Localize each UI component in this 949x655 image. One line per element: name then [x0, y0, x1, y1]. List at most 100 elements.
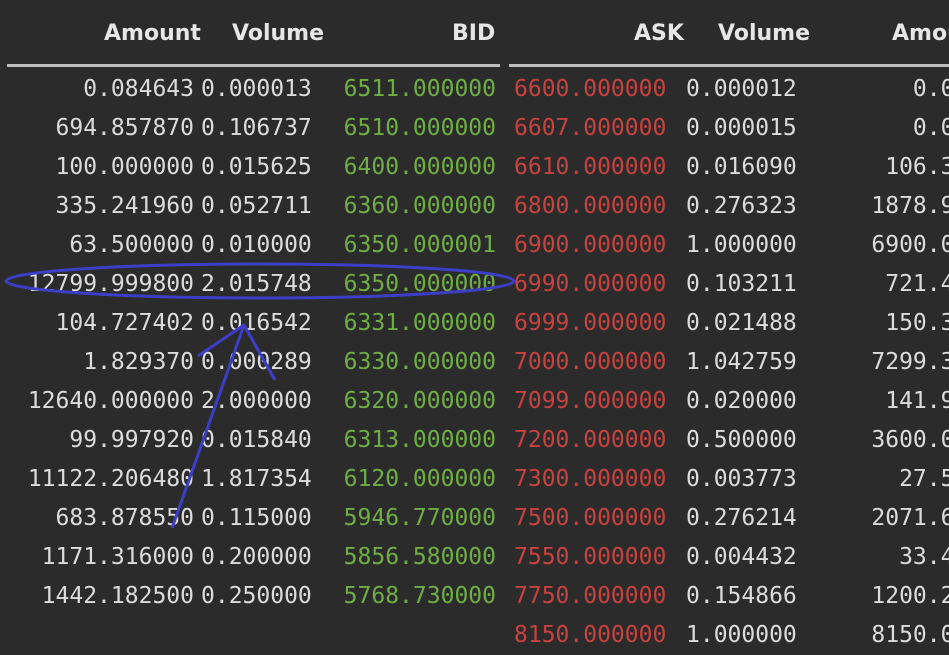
ask-volume-cell: 0.004432: [686, 544, 797, 570]
bid-header-rule: [7, 64, 500, 67]
ask-volume-cell: 0.154866: [686, 583, 797, 609]
bid-volume-cell: 0.200000: [201, 544, 312, 570]
bid-amount-cell: [0, 616, 194, 655]
bid-amount-cell: 63.500000: [69, 232, 194, 258]
bid-volume-cell: 0.000013: [201, 76, 312, 102]
ask-volume-cell: 1.042759: [686, 349, 797, 375]
ask-price-cell: 7500.000000: [514, 505, 667, 531]
bid-price-cell: 6331.000000: [343, 310, 496, 336]
ask-amount-cell: 7299.3130: [871, 349, 949, 375]
bid-volume-cell: 1.817354: [201, 466, 312, 492]
ask-price-cell: 6610.000000: [514, 154, 667, 180]
ask-volume-cell: 0.020000: [686, 388, 797, 414]
ask-price-cell: 6607.000000: [514, 115, 667, 141]
order-book: Amount Volume BID ASK Volume Amou 0.0846…: [0, 0, 949, 655]
ask-volume-cell: 0.500000: [686, 427, 797, 453]
bid-amount-column: 0.084643 694.857870 100.000000 335.241960 63…: [0, 70, 194, 655]
bid-volume-cell: 0.015625: [201, 154, 312, 180]
ask-amount-cell: 27.5429: [899, 466, 949, 492]
bid-volume-cell: 2.015748: [201, 271, 312, 297]
bid-volume-cell: 0.250000: [201, 583, 312, 609]
ask-amount-cell: 8150.0000: [871, 622, 949, 648]
ask-volume-cell: 0.103211: [686, 271, 797, 297]
ask-volume-cell: 0.021488: [686, 310, 797, 336]
ask-volume-cell: 0.000012: [686, 76, 797, 102]
bid-price-cell: 6120.000000: [343, 466, 496, 492]
ask-price-cell: 6990.000000: [514, 271, 667, 297]
ask-volume-cell: 0.016090: [686, 154, 797, 180]
ask-amount-cell: 0.0991: [912, 115, 949, 141]
ask-volume-cell: 0.276323: [686, 193, 797, 219]
bid-amount-cell: 12799.999800: [27, 271, 194, 297]
ask-volume-cell: 0.000015: [686, 115, 797, 141]
bid-amount-cell: 104.727402: [55, 310, 194, 336]
bid-price-cell: 6313.000000: [343, 427, 496, 453]
bid-amount-cell: 683.878550: [55, 505, 194, 531]
bid-price-cell: 6320.000000: [343, 388, 496, 414]
ask-price-cell: 6900.000000: [514, 232, 667, 258]
ask-amount-column: 0.0792 0.0991 106.3549 1878.9964 6900.0000 72…: [816, 70, 949, 655]
bid-amount-cell: 0.084643: [83, 76, 194, 102]
ask-amount-cell: 6900.0000: [871, 232, 949, 258]
header-bid-volume: Volume: [232, 21, 324, 46]
header-ask-price: ASK: [634, 21, 684, 46]
header-bid-amount: Amount: [104, 21, 201, 46]
ask-price-column: 6600.000000 6607.000000 6610.000000 6800.00…: [514, 70, 681, 655]
header-ask-volume: Volume: [718, 21, 810, 46]
ask-volume-cell: 0.003773: [686, 466, 797, 492]
bid-price-cell: [329, 616, 496, 655]
bid-volume-cell: 0.010000: [201, 232, 312, 258]
bid-price-cell: 6400.000000: [343, 154, 496, 180]
ask-price-cell: 7200.000000: [514, 427, 667, 453]
bid-amount-cell: 11122.206480: [27, 466, 194, 492]
bid-price-cell: 6360.000000: [343, 193, 496, 219]
bid-price-cell: 6511.000000: [343, 76, 496, 102]
bid-amount-cell: 1171.316000: [41, 544, 194, 570]
ask-volume-cell: 0.276214: [686, 505, 797, 531]
ask-amount-cell: 0.0792: [912, 76, 949, 102]
ask-amount-cell: 150.3945: [885, 310, 949, 336]
bid-volume-cell: [201, 616, 323, 655]
ask-amount-cell: 2071.6050: [871, 505, 949, 531]
bid-volume-cell: 0.000289: [201, 349, 312, 375]
bid-price-cell: 6350.000000: [343, 271, 496, 297]
ask-volume-cell: 1.000000: [686, 622, 797, 648]
bid-volume-cell: 0.052711: [201, 193, 312, 219]
ask-amount-cell: 141.9800: [885, 388, 949, 414]
ask-amount-cell: 721.4448: [885, 271, 949, 297]
bid-volume-cell: 0.115000: [201, 505, 312, 531]
ask-header-rule: [509, 64, 949, 67]
ask-price-cell: 7300.000000: [514, 466, 667, 492]
ask-amount-cell: 1200.2115: [871, 583, 949, 609]
bid-price-cell: 6510.000000: [343, 115, 496, 141]
bid-price-cell: 5856.580000: [343, 544, 496, 570]
bid-price-cell: 6350.000001: [343, 232, 496, 258]
ask-price-cell: 8150.000000: [514, 622, 667, 648]
bid-price-cell: 5946.770000: [343, 505, 496, 531]
bid-price-column: 6511.000000 6510.000000 6400.000000 6360.00…: [329, 70, 496, 655]
bid-volume-cell: 0.016542: [201, 310, 312, 336]
bid-amount-cell: 12640.000000: [27, 388, 194, 414]
ask-amount-cell: 33.4616: [899, 544, 949, 570]
ask-volume-column: 0.000012 0.000015 0.016090 0.276323 1.000000…: [686, 70, 811, 655]
bid-amount-cell: 99.997920: [69, 427, 194, 453]
bid-amount-cell: 694.857870: [55, 115, 194, 141]
bid-volume-cell: 0.015840: [201, 427, 312, 453]
ask-volume-cell: 1.000000: [686, 232, 797, 258]
bid-amount-cell: 1.829370: [83, 349, 194, 375]
ask-price-cell: 6600.000000: [514, 76, 667, 102]
header-bid-price: BID: [452, 21, 496, 46]
bid-volume-cell: 0.106737: [201, 115, 312, 141]
bid-amount-cell: 1442.182500: [41, 583, 194, 609]
ask-price-cell: 7550.000000: [514, 544, 667, 570]
ask-price-cell: 7000.000000: [514, 349, 667, 375]
bid-amount-cell: 100.000000: [55, 154, 194, 180]
bid-price-cell: 6330.000000: [343, 349, 496, 375]
ask-price-cell: 6999.000000: [514, 310, 667, 336]
bid-price-cell: 5768.730000: [343, 583, 496, 609]
header-ask-amount: Amou: [892, 21, 949, 46]
bid-volume-column: 0.000013 0.106737 0.015625 0.052711 0.010000…: [201, 70, 323, 655]
ask-price-cell: 6800.000000: [514, 193, 667, 219]
ask-price-cell: 7750.000000: [514, 583, 667, 609]
ask-amount-cell: 106.3549: [885, 154, 949, 180]
